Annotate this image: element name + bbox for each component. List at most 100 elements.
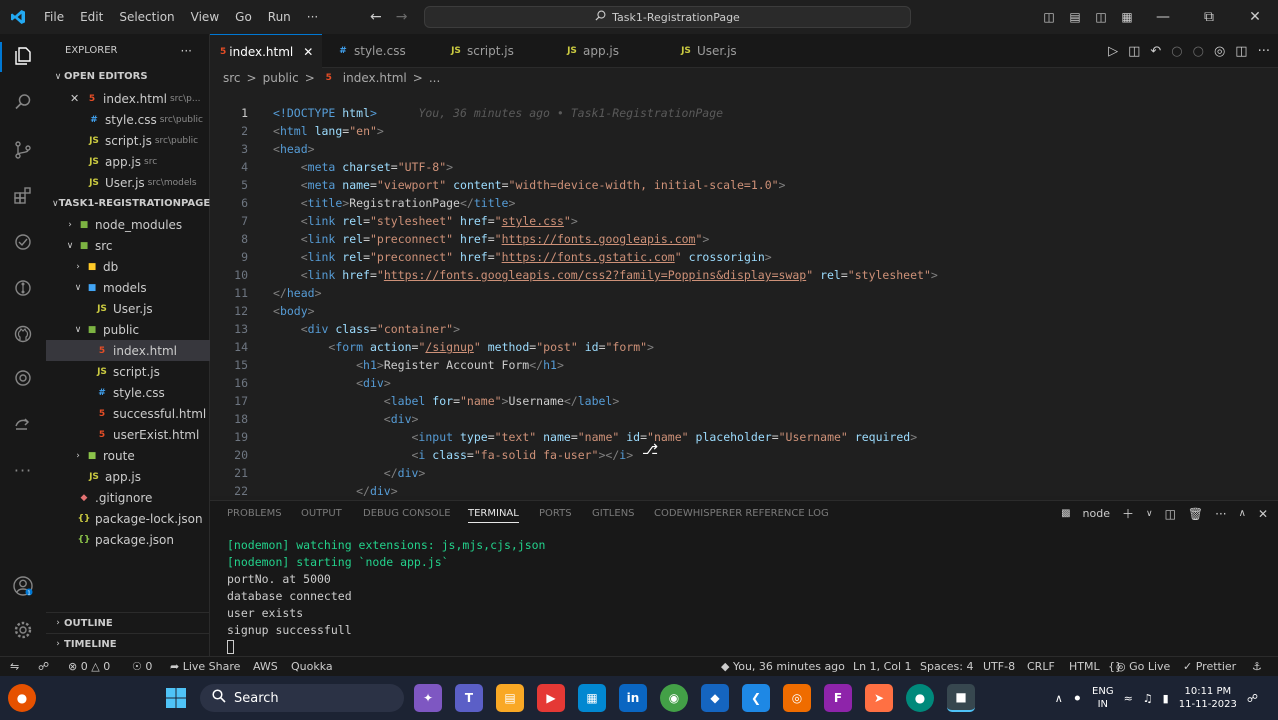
github-icon[interactable]: [11, 322, 35, 346]
chrome-icon[interactable]: ◉: [660, 684, 688, 712]
forward-arrow-icon[interactable]: →: [396, 9, 408, 25]
tree-item-db[interactable]: › ■ db: [46, 256, 210, 277]
clock[interactable]: 10:11 PM 11-11-2023: [1179, 685, 1237, 711]
language-mode[interactable]: HTML: [1069, 660, 1100, 673]
account-icon[interactable]: 1: [11, 574, 35, 598]
breadcrumb-item[interactable]: ...: [429, 71, 440, 85]
live-share-icon[interactable]: [11, 412, 35, 436]
quokka-status[interactable]: Quokka: [291, 660, 333, 673]
outline-header[interactable]: › OUTLINE: [46, 612, 210, 633]
open-editor-item[interactable]: JS script.js src\public: [46, 130, 210, 151]
toggle-primary-sidebar-icon[interactable]: ◫: [1036, 10, 1062, 24]
language-indicator[interactable]: ENG IN: [1092, 685, 1114, 711]
tree-item-script-js[interactable]: JS script.js: [46, 361, 210, 382]
remote-explorer-icon[interactable]: [11, 230, 35, 254]
new-terminal-icon[interactable]: ＋: [1122, 505, 1134, 522]
mongodb-compass-icon[interactable]: ●: [906, 684, 934, 712]
battery-icon[interactable]: ▮: [1163, 692, 1169, 705]
menu-more[interactable]: ···: [299, 0, 326, 34]
breadcrumb-item[interactable]: index.html: [343, 71, 407, 85]
tree-item-public[interactable]: ∨ ■ public: [46, 319, 210, 340]
terminal-shell-label[interactable]: node: [1083, 507, 1110, 520]
tab-script-js[interactable]: JS script.js: [438, 34, 524, 68]
more-actions-icon[interactable]: ···: [1215, 507, 1226, 521]
menu-selection[interactable]: Selection: [111, 0, 182, 34]
tab-problems[interactable]: PROBLEMS: [227, 508, 282, 519]
teams-icon[interactable]: T: [455, 684, 483, 712]
minimize-icon[interactable]: —: [1140, 9, 1186, 25]
recorder-icon[interactable]: ■: [947, 684, 975, 712]
tree-item-node-modules[interactable]: › ■ node_modules: [46, 214, 210, 235]
figma-icon[interactable]: F: [824, 684, 852, 712]
encoding-status[interactable]: UTF-8: [983, 660, 1015, 673]
open-editors-header[interactable]: ∨ OPEN EDITORS: [46, 66, 210, 87]
more-actions-icon[interactable]: ···: [181, 44, 192, 58]
cursor-position[interactable]: Ln 1, Col 1: [853, 660, 912, 673]
tab-terminal[interactable]: TERMINAL: [468, 508, 519, 523]
live-share-status[interactable]: ➦ Live Share: [170, 660, 240, 673]
branch-icon[interactable]: ☍: [38, 660, 49, 673]
restore-icon[interactable]: ⧉: [1186, 9, 1232, 25]
weather-widget-icon[interactable]: ●: [8, 684, 36, 712]
tree-item-route[interactable]: › ■ route: [46, 445, 210, 466]
breadcrumb-item[interactable]: public: [263, 71, 299, 85]
maximize-panel-icon[interactable]: ∧: [1239, 508, 1246, 519]
split-terminal-icon[interactable]: ◫: [1165, 507, 1176, 521]
more-actions-icon[interactable]: ···: [1258, 44, 1270, 59]
command-center[interactable]: Task1-RegistrationPage: [424, 6, 911, 28]
tree-item-style-css[interactable]: # style.css: [46, 382, 210, 403]
trash-icon[interactable]: 🗑: [1188, 507, 1203, 521]
split-editor-icon[interactable]: ◫: [1235, 44, 1247, 59]
indentation-status[interactable]: Spaces: 4: [920, 660, 973, 673]
tree-item-successful-html[interactable]: 5 successful.html: [46, 403, 210, 424]
wifi-icon[interactable]: ≈: [1124, 692, 1133, 705]
tab-output[interactable]: OUTPUT: [301, 508, 342, 519]
tree-item-app-js[interactable]: JS app.js: [46, 466, 210, 487]
volume-icon[interactable]: ♫: [1143, 692, 1153, 705]
compare-icon[interactable]: ◫: [1128, 44, 1140, 59]
git-blame-status[interactable]: ◆ You, 36 minutes ago: [721, 660, 845, 673]
taskbar-search[interactable]: Search: [200, 684, 404, 712]
code-editor[interactable]: 1 2 3 4 5 6 7 8 9 10 11 12 13 14 15 16 1…: [210, 88, 1278, 496]
edge-icon[interactable]: ◆: [701, 684, 729, 712]
source-control-icon[interactable]: [11, 138, 35, 162]
tab-user-js[interactable]: JS User.js: [668, 34, 747, 68]
more-views-icon[interactable]: ···: [11, 458, 35, 482]
tree-item-models[interactable]: ∨ ■ models: [46, 277, 210, 298]
linkedin-icon[interactable]: in: [619, 684, 647, 712]
notifications-bell-icon[interactable]: ⚓: [1252, 660, 1262, 673]
go-live-status[interactable]: ◎ Go Live: [1116, 660, 1170, 673]
open-editor-item[interactable]: ✕ 5 index.html src\p...: [46, 88, 210, 109]
back-arrow-icon[interactable]: ←: [370, 9, 382, 25]
menu-edit[interactable]: Edit: [72, 0, 111, 34]
close-panel-icon[interactable]: ✕: [1258, 507, 1268, 521]
windows-start-icon[interactable]: [162, 684, 190, 712]
breadcrumb-item[interactable]: src: [223, 71, 241, 85]
postman-icon[interactable]: ➤: [865, 684, 893, 712]
gitlens-icon[interactable]: [11, 276, 35, 300]
tree-item-package-json[interactable]: {} package.json: [46, 529, 210, 550]
open-editor-item[interactable]: # style.css src\public: [46, 109, 210, 130]
menu-view[interactable]: View: [183, 0, 227, 34]
youtube-icon[interactable]: ▶: [537, 684, 565, 712]
close-window-icon[interactable]: ✕: [1232, 9, 1278, 25]
chevron-down-icon[interactable]: ∨: [1146, 509, 1153, 519]
tree-item-src[interactable]: ∨ ■ src: [46, 235, 210, 256]
tree-item-userexist-html[interactable]: 5 userExist.html: [46, 424, 210, 445]
go-live-preview-icon[interactable]: ◎: [1214, 44, 1225, 59]
manage-gear-icon[interactable]: [11, 618, 35, 642]
tree-item-package-lock[interactable]: {} package-lock.json: [46, 508, 210, 529]
customize-layout-icon[interactable]: ▦: [1114, 10, 1140, 24]
previous-change-icon[interactable]: ○: [1171, 44, 1182, 59]
project-header[interactable]: ∨ TASK1-REGISTRATIONPAGE: [46, 193, 210, 214]
vscode-taskbar-icon[interactable]: ❮: [742, 684, 770, 712]
tab-debug-console[interactable]: DEBUG CONSOLE: [363, 508, 451, 519]
notification-icon[interactable]: ☍: [1247, 692, 1258, 705]
next-change-icon[interactable]: ○: [1193, 44, 1204, 59]
copilot-icon[interactable]: ✦: [414, 684, 442, 712]
blender-icon[interactable]: ◎: [783, 684, 811, 712]
menu-run[interactable]: Run: [260, 0, 299, 34]
aws-toolkit-icon[interactable]: [11, 366, 35, 390]
tab-index-html[interactable]: 5 index.html ✕: [210, 34, 322, 68]
toggle-panel-icon[interactable]: ▤: [1062, 10, 1088, 24]
